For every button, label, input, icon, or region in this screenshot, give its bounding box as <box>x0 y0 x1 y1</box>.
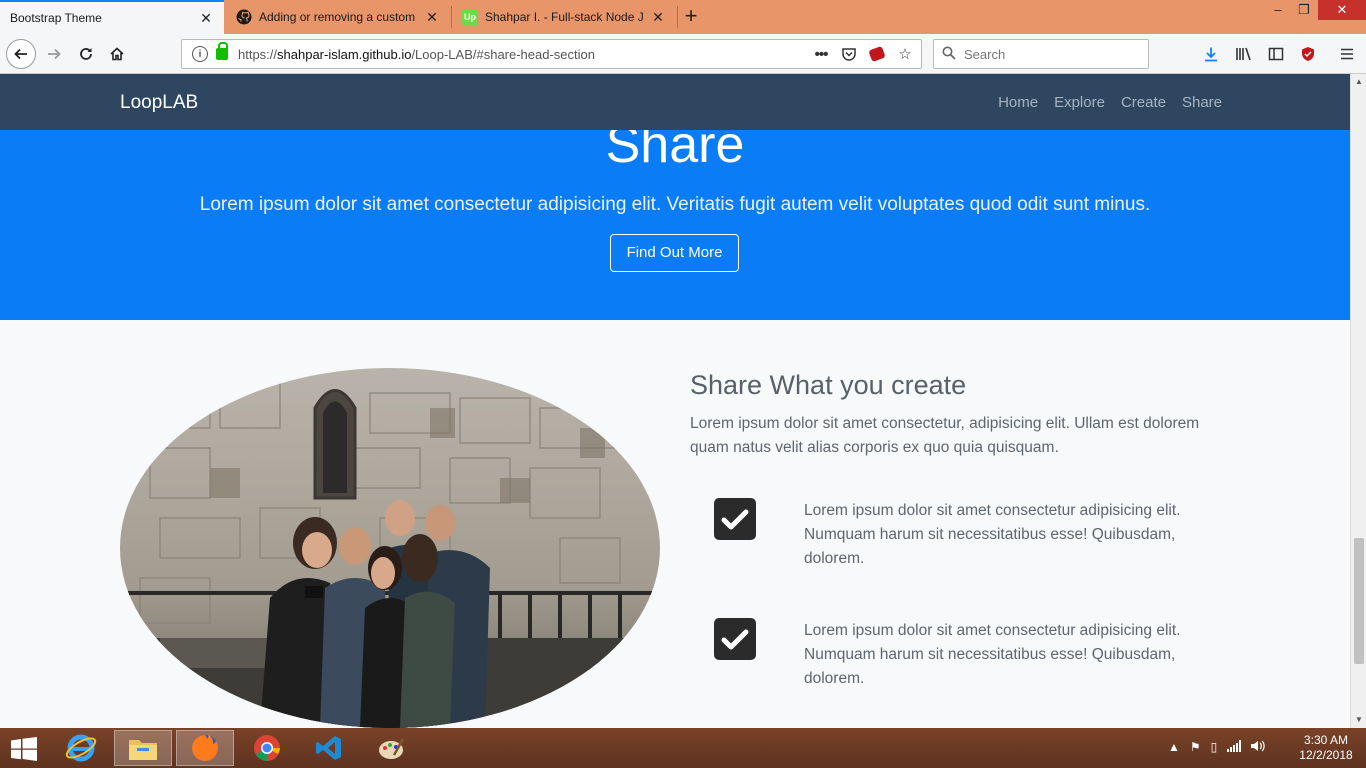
tab-github[interactable]: Adding or removing a custom ✕ <box>226 0 450 34</box>
shield-addon-icon[interactable] <box>1297 43 1319 65</box>
search-icon <box>942 46 956 63</box>
system-clock[interactable]: 3:30 AM 12/2/2018 <box>1296 733 1356 763</box>
info-icon[interactable]: i <box>192 46 208 62</box>
bookmark-star-icon[interactable]: ☆ <box>895 44 915 64</box>
upwork-icon: Up <box>462 9 478 25</box>
library-icon[interactable] <box>1233 43 1255 65</box>
downloads-icon[interactable] <box>1200 43 1222 65</box>
show-hidden-icons-icon[interactable]: ▲ <box>1168 740 1180 755</box>
hero-title: Share <box>605 130 745 174</box>
tab-upwork[interactable]: Up Shahpar I. - Full-stack Node JS ✕ <box>452 0 676 34</box>
feature-item-text: Lorem ipsum dolor sit amet consectetur a… <box>804 502 1181 567</box>
scroll-up-arrow-icon[interactable]: ▲ <box>1351 74 1366 90</box>
page-viewport: LoopLAB Home Explore Create Share Share … <box>0 74 1350 728</box>
feature-item-text: Lorem ipsum dolor sit amet consectetur a… <box>804 622 1181 687</box>
site-brand[interactable]: LoopLAB <box>120 92 198 114</box>
hero-subtitle: Lorem ipsum dolor sit amet consectetur a… <box>199 194 1151 215</box>
home-icon <box>110 47 124 61</box>
paint-icon[interactable] <box>362 730 420 766</box>
volume-icon[interactable] <box>1251 740 1265 755</box>
share-feature-section: Share What you create Lorem ipsum dolor … <box>0 320 1350 728</box>
restore-button[interactable]: ❐ <box>1290 0 1318 20</box>
firefox-icon[interactable] <box>176 730 234 766</box>
back-arrow-icon <box>14 48 27 60</box>
clock-date: 12/2/2018 <box>1299 748 1353 762</box>
window-close-button[interactable]: ✕ <box>1318 0 1366 20</box>
home-button[interactable] <box>103 40 131 68</box>
url-prefix: https:// <box>238 46 278 62</box>
new-tab-button[interactable]: + <box>678 4 704 30</box>
close-icon[interactable]: ✕ <box>650 9 666 25</box>
feature-title: Share What you create <box>690 370 967 400</box>
lock-icon <box>216 42 228 60</box>
back-button[interactable] <box>6 39 36 69</box>
network-signal-icon[interactable] <box>1227 740 1242 755</box>
checkbox-icon <box>714 498 756 540</box>
url-text: https://shahpar-islam.github.io/Loop-LAB… <box>238 47 595 62</box>
forward-arrow-icon <box>48 48 61 60</box>
reload-button[interactable] <box>72 40 100 68</box>
device-icon[interactable]: ▯ <box>1211 740 1218 755</box>
vscode-icon[interactable] <box>300 730 358 766</box>
browser-tab-strip: Bootstrap Theme ✕ Adding or removing a c… <box>0 0 1366 34</box>
clock-time: 3:30 AM <box>1303 733 1349 747</box>
action-center-flag-icon[interactable]: ⚑ <box>1190 740 1201 755</box>
scroll-thumb[interactable] <box>1354 538 1364 664</box>
checkbox-icon <box>714 618 756 660</box>
chrome-icon[interactable] <box>238 730 296 766</box>
forward-button[interactable] <box>40 40 68 68</box>
file-explorer-icon[interactable] <box>114 730 172 766</box>
browser-navbar: i https://shahpar-islam.github.io/Loop-L… <box>0 34 1366 74</box>
scroll-down-arrow-icon[interactable]: ▼ <box>1351 712 1366 728</box>
github-icon <box>236 9 252 25</box>
close-icon[interactable]: ✕ <box>198 10 214 26</box>
url-path: /Loop-LAB/#share-head-section <box>411 46 595 62</box>
url-domain: shahpar-islam.github.io <box>277 46 412 62</box>
tab-title: Bootstrap Theme <box>10 11 102 25</box>
share-hero-section: Share Lorem ipsum dolor sit amet consect… <box>0 130 1350 320</box>
close-icon[interactable]: ✕ <box>424 9 440 25</box>
sidebar-icon[interactable] <box>1265 43 1287 65</box>
search-placeholder: Search <box>964 46 1006 62</box>
site-navbar: LoopLAB Home Explore Create Share <box>0 74 1350 130</box>
minimize-button[interactable]: – <box>1264 0 1292 20</box>
nav-link-share[interactable]: Share <box>1182 94 1222 111</box>
page-actions-button[interactable]: ••• <box>811 44 831 64</box>
pocket-icon[interactable] <box>839 44 859 64</box>
reload-icon <box>80 48 92 60</box>
tab-title: Adding or removing a custom <box>259 10 416 24</box>
nav-link-explore[interactable]: Explore <box>1054 94 1105 111</box>
feature-lead: Lorem ipsum dolor sit amet consectetur, … <box>690 415 1200 456</box>
search-input[interactable]: Search <box>933 39 1149 69</box>
menu-icon[interactable] <box>1336 43 1358 65</box>
nav-link-home[interactable]: Home <box>998 94 1038 111</box>
page-scrollbar[interactable]: ▲ ▼ <box>1350 74 1366 728</box>
tab-bootstrap-theme[interactable]: Bootstrap Theme ✕ <box>0 0 224 34</box>
tab-title: Shahpar I. - Full-stack Node JS <box>485 10 644 24</box>
system-tray: ▲ ⚑ ▯ <box>1168 740 1265 755</box>
windows-taskbar: ▲ ⚑ ▯ 3:30 AM 12/2/2018 <box>0 728 1366 768</box>
group-selfie-photo <box>120 368 660 728</box>
url-bar[interactable]: i https://shahpar-islam.github.io/Loop-L… <box>181 39 922 69</box>
site-nav-links: Home Explore Create Share <box>998 94 1222 111</box>
windows-start-icon[interactable] <box>10 737 38 761</box>
find-out-more-button[interactable]: Find Out More <box>610 234 739 272</box>
extension-icon[interactable] <box>867 44 887 64</box>
nav-link-create[interactable]: Create <box>1121 94 1166 111</box>
internet-explorer-icon[interactable] <box>52 730 110 766</box>
